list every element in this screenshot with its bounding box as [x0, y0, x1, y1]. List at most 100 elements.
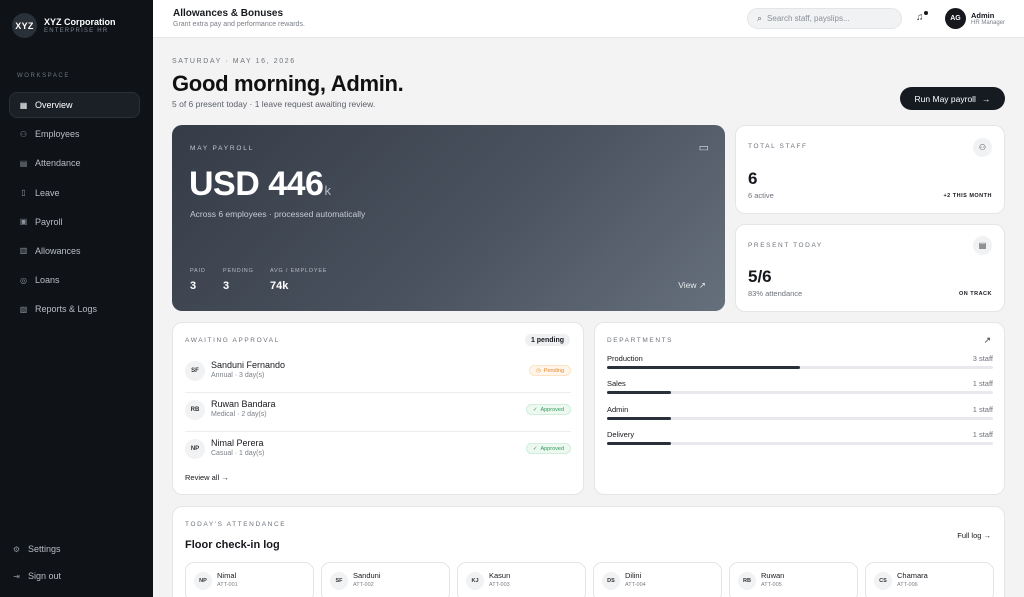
status-badge-label: Approved — [540, 406, 564, 413]
department-bar — [607, 417, 993, 420]
stat-value: 3 — [190, 280, 197, 292]
sidebar-item-label: Reports & Logs — [35, 304, 98, 315]
avatar: KJ — [466, 572, 484, 590]
department-bar-fill — [607, 366, 800, 369]
gift-icon: ▥ — [19, 246, 28, 256]
avatar: DS — [602, 572, 620, 590]
review-all-link[interactable]: Review all → — [185, 473, 229, 482]
notification-dot — [924, 11, 928, 15]
stat-label: AVG / EMPLOYEE — [270, 268, 328, 274]
run-payroll-button[interactable]: Run May payroll → — [900, 87, 1005, 110]
attendance-name: Sanduni — [353, 571, 381, 580]
page-title: Allowances & Bonuses — [173, 8, 284, 19]
sidebar-item-reports[interactable]: ▧ Reports & Logs — [9, 296, 140, 322]
attendance-card: TODAY'S ATTENDANCE Floor check-in log Fu… — [172, 506, 1005, 597]
sidebar-item-leave[interactable]: ▯ Leave — [9, 180, 140, 206]
approvals-label: AWAITING APPROVAL — [185, 337, 280, 344]
departments-label: DEPARTMENTS — [607, 337, 674, 344]
signout-link[interactable]: ⇥ Sign out — [12, 571, 132, 581]
attendance-item[interactable]: DS Dilini ATT-004 — [593, 562, 722, 597]
approval-row[interactable]: SF Sanduni Fernando Annual · 3 day(s) ◷ P… — [185, 354, 571, 393]
pending-count-pill: 1 pending — [524, 334, 570, 346]
sidebar-item-overview[interactable]: ▦ Overview — [9, 92, 140, 118]
clipboard-icon: ▣ — [19, 217, 28, 227]
attendance-item[interactable]: KJ Kasun ATT-003 — [457, 562, 586, 597]
payroll-card: MAY PAYROLL ▭ USD 446k Across 6 employee… — [172, 125, 725, 311]
calendar-icon: ▤ — [973, 236, 992, 255]
approval-row[interactable]: NP Nimal Perera Casual · 1 day(s) ✓ Appro… — [185, 432, 571, 471]
sidebar: XYZ XYZ Corporation ENTERPRISE HR WORKSP… — [0, 0, 153, 597]
department-name: Delivery — [607, 430, 635, 439]
greeting-summary: 5 of 6 present today · 1 leave request a… — [172, 99, 376, 109]
stat-value: 3 — [223, 280, 230, 292]
avatar: RB — [185, 400, 205, 420]
topbar: Allowances & Bonuses Grant extra pay and… — [153, 0, 1024, 38]
approval-name: Sanduni Fernando — [211, 360, 286, 370]
brand[interactable]: XYZ XYZ Corporation ENTERPRISE HR — [12, 13, 116, 38]
approvals-card: AWAITING APPROVAL 1 pending SF Sanduni F… — [172, 322, 584, 495]
payroll-label: MAY PAYROLL — [190, 145, 255, 152]
attendance-name: Ruwan — [761, 571, 785, 580]
search-icon: ⌕ — [757, 13, 763, 23]
avatar: RB — [738, 572, 756, 590]
payroll-subtitle: Across 6 employees · processed automatic… — [190, 209, 366, 219]
sidebar-item-payroll[interactable]: ▣ Payroll — [9, 209, 140, 235]
attendance-title: Floor check-in log — [185, 539, 280, 551]
check-icon: ✓ — [532, 406, 538, 413]
department-bar-fill — [607, 391, 672, 394]
arrow-right-icon: → — [981, 93, 991, 104]
calendar-icon: ▤ — [19, 158, 28, 168]
department-name: Sales — [607, 379, 626, 388]
avatar: SF — [185, 361, 205, 381]
department-name: Production — [607, 354, 643, 363]
stat-label: PAID — [190, 268, 206, 274]
sidebar-item-label: Loans — [35, 275, 60, 286]
status-badge-label: Pending — [543, 367, 564, 374]
approval-row[interactable]: RB Ruwan Bandara Medical · 2 day(s) ✓ App… — [185, 393, 571, 432]
attendance-item[interactable]: CS Chamara ATT-006 — [865, 562, 994, 597]
attendance-label: TODAY'S ATTENDANCE — [185, 521, 287, 528]
payroll-stat-pending: PENDING 3 — [223, 268, 254, 292]
full-log-link[interactable]: Full log → — [957, 531, 991, 540]
sidebar-nav: ▦ Overview ⚇ Employees ▤ Attendance ▯ Leave … — [9, 92, 140, 326]
department-count: 1 staff — [972, 379, 993, 388]
attendance-item[interactable]: NP Nimal ATT-001 — [185, 562, 314, 597]
attendance-id: ATT-005 — [761, 582, 782, 588]
total-staff-card: TOTAL STAFF ⚇ 6 6 active +2 THIS MONTH — [735, 125, 1005, 214]
attendance-name: Chamara — [897, 571, 928, 580]
brand-logo: XYZ — [12, 13, 37, 38]
grid-icon: ▦ — [19, 100, 28, 110]
approval-name: Ruwan Bandara — [211, 399, 276, 409]
present-today-sub: 83% attendance — [748, 289, 803, 298]
search-input[interactable]: ⌕ Search staff, payslips... — [747, 8, 902, 29]
total-staff-value: 6 — [748, 169, 758, 188]
present-today-tag: ON TRACK — [958, 291, 992, 297]
sidebar-item-allowances[interactable]: ▥ Allowances — [9, 238, 140, 264]
attendance-item[interactable]: RB Ruwan ATT-005 — [729, 562, 858, 597]
department-bar — [607, 366, 993, 369]
page-subtitle: Grant extra pay and performance rewards. — [173, 21, 305, 28]
attendance-id: ATT-004 — [625, 582, 646, 588]
avatar[interactable]: AG — [945, 8, 966, 29]
bell-icon[interactable]: ♫ — [916, 12, 924, 23]
present-today-label: PRESENT TODAY — [748, 242, 823, 249]
attendance-id: ATT-002 — [353, 582, 374, 588]
status-badge: ✓ Approved — [525, 404, 571, 415]
sidebar-item-label: Payroll — [35, 216, 63, 227]
sidebar-item-employees[interactable]: ⚇ Employees — [9, 121, 140, 147]
approval-meta: Medical · 2 day(s) — [211, 411, 267, 418]
signout-label: Sign out — [28, 571, 62, 581]
coins-icon: ◎ — [20, 275, 27, 285]
status-badge: ◷ Pending — [529, 365, 571, 376]
payroll-view-link[interactable]: View ↗ — [678, 280, 706, 291]
department-bar — [607, 391, 993, 394]
payroll-amount: USD 446k — [189, 165, 331, 204]
sidebar-item-loans[interactable]: ◎ Loans — [9, 267, 140, 293]
report-icon: ▧ — [19, 304, 28, 314]
present-today-value: 5/6 — [748, 267, 772, 286]
user-name[interactable]: Admin — [971, 11, 994, 20]
sidebar-section-label: WORKSPACE — [17, 73, 70, 79]
attendance-item[interactable]: SF Sanduni ATT-002 — [321, 562, 450, 597]
sidebar-item-attendance[interactable]: ▤ Attendance — [9, 150, 140, 176]
settings-link[interactable]: ⚙ Settings — [12, 544, 132, 554]
